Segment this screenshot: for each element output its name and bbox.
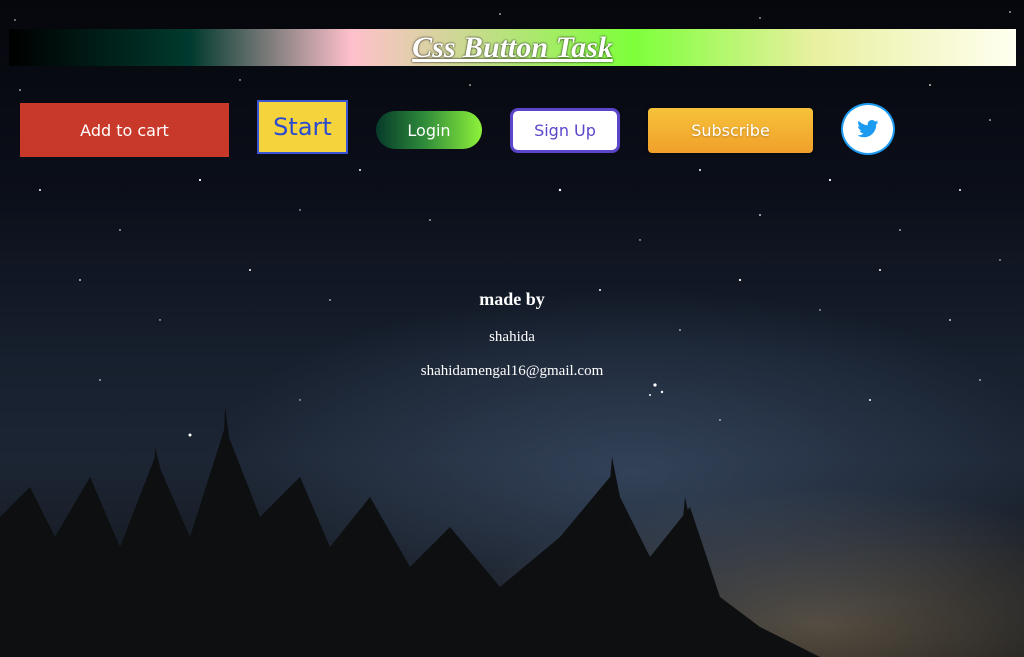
twitter-button[interactable]	[841, 103, 895, 155]
start-button[interactable]: Start	[257, 100, 348, 154]
twitter-icon	[857, 120, 879, 138]
made-by-heading: made by	[479, 289, 545, 309]
pine-trees-silhouette	[0, 407, 820, 657]
author-email: shahidamengal16@gmail.com	[420, 363, 604, 379]
subscribe-button[interactable]: Subscribe	[648, 108, 813, 153]
add-to-cart-button[interactable]: Add to cart	[20, 103, 229, 157]
author-name: shahida	[489, 329, 535, 345]
button-row: Add to cart Start Login Sign Up Subscrib…	[0, 0, 1024, 200]
sign-up-button[interactable]: Sign Up	[510, 108, 620, 153]
login-button[interactable]: Login	[376, 111, 482, 149]
